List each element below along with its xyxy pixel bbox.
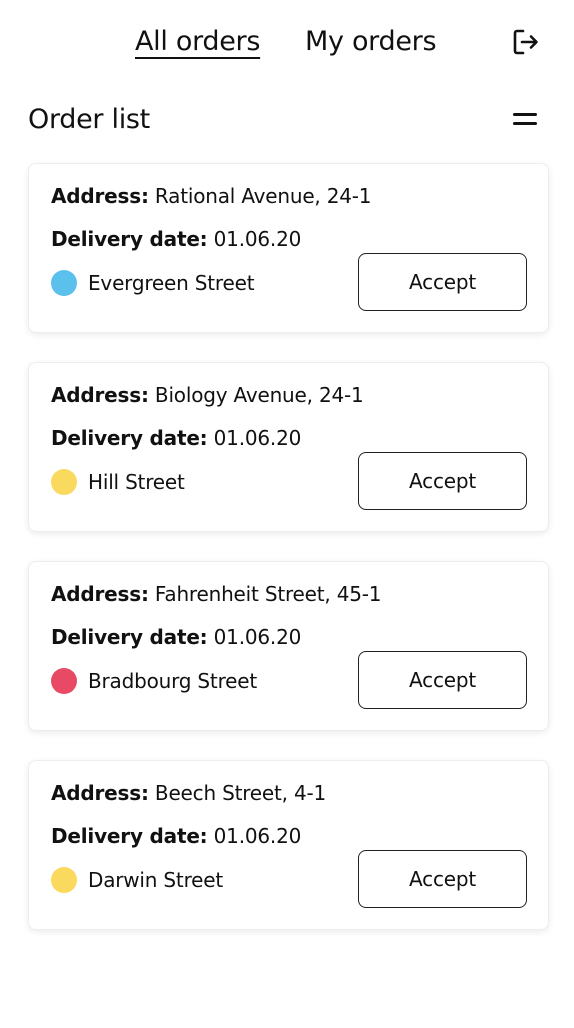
route-color-dot: [51, 867, 77, 893]
order-route: Bradbourg Street: [51, 667, 257, 695]
order-list: Address: Rational Avenue, 24-1 Delivery …: [28, 163, 549, 959]
address-value: Beech Street, 4-1: [154, 781, 327, 805]
delivery-date-value: 01.06.20: [213, 625, 302, 649]
delivery-date-label: Delivery date:: [51, 625, 208, 649]
address-value: Fahrenheit Street, 45-1: [154, 582, 382, 606]
delivery-date-label: Delivery date:: [51, 426, 208, 450]
logout-icon-graphic: [513, 29, 538, 55]
route-color-dot: [51, 469, 77, 495]
accept-button[interactable]: Accept: [358, 452, 527, 510]
order-route: Hill Street: [51, 468, 185, 496]
order-address: Address: Beech Street, 4-1: [51, 779, 326, 807]
accept-button[interactable]: Accept: [358, 253, 527, 311]
order-card: Address: Fahrenheit Street, 45-1 Deliver…: [28, 561, 549, 731]
order-card: Address: Rational Avenue, 24-1 Delivery …: [28, 163, 549, 333]
order-card: Address: Biology Avenue, 24-1 Delivery d…: [28, 362, 549, 532]
order-address: Address: Rational Avenue, 24-1: [51, 182, 372, 210]
order-address: Address: Fahrenheit Street, 45-1: [51, 580, 382, 608]
equals-icon[interactable]: [512, 108, 540, 132]
top-navigation: All orders My orders: [0, 0, 574, 84]
route-label: Hill Street: [88, 470, 185, 494]
delivery-date-label: Delivery date:: [51, 227, 208, 251]
route-label: Darwin Street: [88, 868, 223, 892]
accept-button[interactable]: Accept: [358, 850, 527, 908]
equals-icon-bar-top: [513, 113, 537, 116]
logout-icon[interactable]: [511, 27, 541, 57]
order-address: Address: Biology Avenue, 24-1: [51, 381, 364, 409]
equals-icon-bar-bottom: [513, 122, 537, 125]
delivery-date-value: 01.06.20: [213, 426, 302, 450]
address-label: Address:: [51, 383, 149, 407]
tab-my-orders[interactable]: My orders: [305, 24, 437, 60]
order-route: Evergreen Street: [51, 269, 255, 297]
route-label: Evergreen Street: [88, 271, 255, 295]
order-route: Darwin Street: [51, 866, 223, 894]
delivery-date-label: Delivery date:: [51, 824, 208, 848]
address-label: Address:: [51, 184, 149, 208]
route-label: Bradbourg Street: [88, 669, 257, 693]
address-label: Address:: [51, 781, 149, 805]
accept-button[interactable]: Accept: [358, 651, 527, 709]
route-color-dot: [51, 270, 77, 296]
order-delivery-date: Delivery date: 01.06.20: [51, 822, 301, 850]
delivery-date-value: 01.06.20: [213, 824, 302, 848]
order-delivery-date: Delivery date: 01.06.20: [51, 424, 301, 452]
order-delivery-date: Delivery date: 01.06.20: [51, 225, 301, 253]
order-delivery-date: Delivery date: 01.06.20: [51, 623, 301, 651]
order-card: Address: Beech Street, 4-1 Delivery date…: [28, 760, 549, 930]
delivery-date-value: 01.06.20: [213, 227, 302, 251]
address-value: Rational Avenue, 24-1: [154, 184, 372, 208]
route-color-dot: [51, 668, 77, 694]
tab-all-orders[interactable]: All orders: [135, 24, 260, 60]
page-title: Order list: [28, 104, 150, 135]
address-label: Address:: [51, 582, 149, 606]
address-value: Biology Avenue, 24-1: [154, 383, 364, 407]
